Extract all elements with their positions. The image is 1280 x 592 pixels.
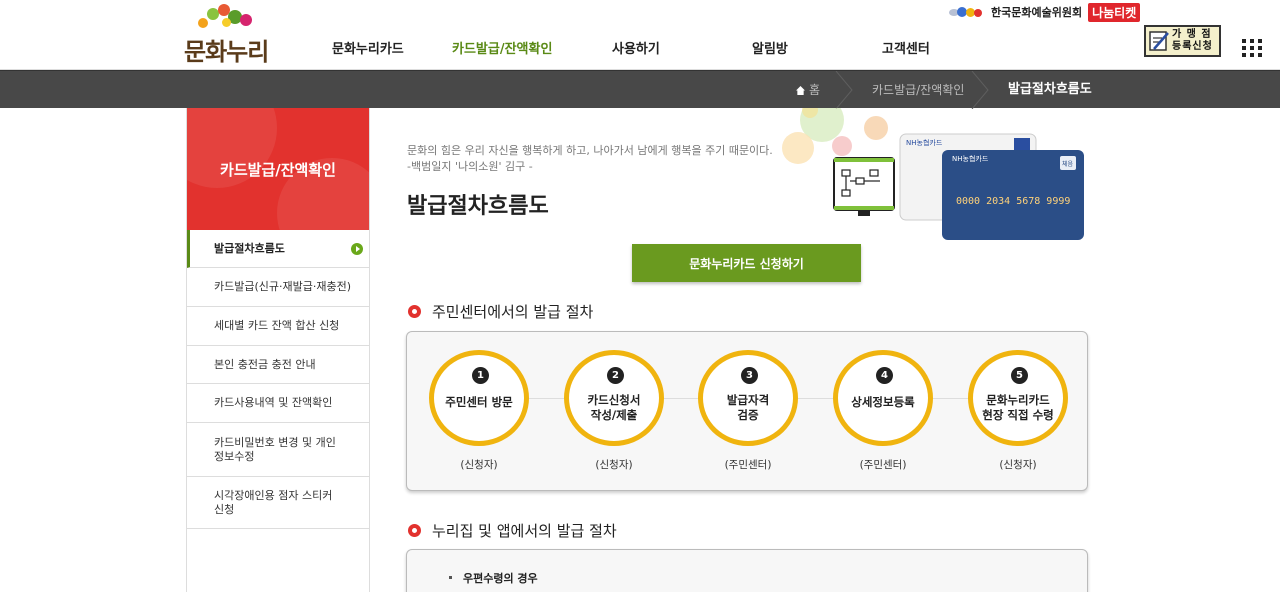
card-badge: 체음	[1062, 160, 1074, 168]
step-actor: (주민센터)	[724, 459, 772, 471]
card-number: 0000 2034 5678 9999	[956, 196, 1070, 207]
grid-menu-icon[interactable]	[1242, 39, 1262, 57]
card-illustration: NH농협카드 체음 NH농협카드 0000 2034 5678 9999	[782, 108, 1084, 240]
step-4: 4 상세정보등록	[833, 350, 933, 446]
merchant-register-button[interactable]: 가 맹 점 등록신청	[1144, 25, 1221, 57]
sidebar-item-issue-flow[interactable]: 발급절차흐름도	[187, 230, 369, 268]
breadcrumb-current: 발급절차흐름도	[1008, 82, 1092, 97]
main-nav: 문화누리카드 카드발급/잔액확인 사용하기 알림방 고객센터	[0, 38, 1280, 60]
step-label: 문화누리카드	[986, 393, 1050, 407]
step-number: 2	[607, 367, 624, 384]
sidebar: 카드발급/잔액확인 발급절차흐름도 카드발급(신규·재발급·재충전) 세대별 카…	[186, 108, 370, 592]
sub-item-mail-receipt: 우편수령의 경우	[463, 572, 538, 585]
arko-logo-icon	[949, 5, 987, 19]
step-label-line2: 현장 직접 수령	[982, 408, 1054, 422]
nav-item-usage[interactable]: 사용하기	[612, 38, 660, 57]
main-content: 문화의 힘은 우리 자신을 행복하게 하고, 나아가서 남에게 행복을 주기 때…	[370, 108, 1280, 592]
nanum-ticket-link[interactable]: 나눔티켓	[1088, 2, 1141, 22]
step-3: 3 발급자격 검증	[698, 350, 798, 446]
breadcrumb-separator-icon	[835, 71, 853, 109]
step-number: 3	[741, 367, 758, 384]
sidebar-item-usage-balance[interactable]: 카드사용내역 및 잔액확인	[187, 384, 369, 423]
step-label: 발급자격	[726, 393, 770, 407]
breadcrumb: 홈 카드발급/잔액확인 발급절차흐름도	[0, 70, 1280, 109]
step-number: 5	[1011, 367, 1028, 384]
quote: 문화의 힘은 우리 자신을 행복하게 하고, 나아가서 남에게 행복을 주기 때…	[407, 144, 773, 173]
step-label: 주민센터 방문	[445, 395, 513, 409]
nav-item-munhwanuri-card[interactable]: 문화누리카드	[332, 38, 404, 57]
section-title-online: 누리집 및 앱에서의 발급 절차	[408, 520, 617, 541]
step-2: 2 카드신청서 작성/제출	[564, 350, 664, 446]
nav-item-card-issue[interactable]: 카드발급/잔액확인	[452, 38, 552, 57]
circle-bullet-icon	[408, 305, 421, 318]
home-icon	[796, 86, 805, 95]
breadcrumb-level1[interactable]: 카드발급/잔액확인	[872, 71, 964, 109]
sidebar-item-balance-merge[interactable]: 세대별 카드 잔액 합산 신청	[187, 307, 369, 346]
page-title: 발급절차흐름도	[407, 194, 549, 219]
nav-item-customer-center[interactable]: 고객센터	[882, 38, 930, 57]
step-number: 1	[472, 367, 489, 384]
sidebar-item-password-info[interactable]: 카드비밀번호 변경 및 개인정보수정	[187, 423, 369, 477]
step-number: 4	[876, 367, 893, 384]
apply-card-button[interactable]: 문화누리카드 신청하기	[632, 244, 861, 282]
step-label: 상세정보등록	[851, 395, 915, 409]
step-actor: (신청자)	[460, 459, 498, 471]
circle-bullet-icon	[408, 524, 421, 537]
sidebar-title: 카드발급/잔액확인	[187, 108, 369, 230]
site-header: 문화누리 한국문화예술위원회 나눔티켓 문화누리카드 카드발급/잔액확인 사용하…	[0, 0, 1280, 70]
merchant-label-line2: 등록신청	[1172, 41, 1213, 52]
card-brand-back: NH농협카드	[906, 138, 943, 147]
merchant-label-line1: 가 맹 점	[1172, 29, 1212, 40]
square-bullet-icon	[449, 576, 452, 579]
sidebar-item-braille-sticker[interactable]: 시각장애인용 점자 스티커 신청	[187, 477, 369, 529]
step-label: 카드신청서	[587, 393, 641, 407]
card-brand-front: NH농협카드	[952, 154, 989, 163]
nav-item-notice[interactable]: 알림방	[752, 38, 788, 57]
steps-box: 1 주민센터 방문 (신청자) 2 카드신청서 작성/제출 (신청자) 3 발급…	[406, 331, 1088, 491]
step-actor: (주민센터)	[859, 459, 907, 471]
online-steps-box: 우편수령의 경우	[406, 549, 1088, 592]
partner-links: 한국문화예술위원회 나눔티켓	[949, 2, 1141, 22]
section-title-community-center: 주민센터에서의 발급 절차	[408, 301, 593, 322]
step-label-line2: 검증	[737, 408, 759, 422]
arrow-right-icon	[351, 242, 363, 255]
breadcrumb-separator-icon	[971, 71, 989, 109]
sidebar-item-self-charge[interactable]: 본인 충전금 충전 안내	[187, 346, 369, 384]
step-actor: (신청자)	[999, 459, 1037, 471]
logo-dots-icon	[198, 4, 258, 34]
pencil-form-icon	[1149, 31, 1169, 51]
step-actor: (신청자)	[595, 459, 633, 471]
sidebar-item-card-issue[interactable]: 카드발급(신규·재발급·재충전)	[187, 268, 369, 307]
step-5: 5 문화누리카드 현장 직접 수령	[968, 350, 1068, 446]
arko-link[interactable]: 한국문화예술위원회	[991, 4, 1082, 20]
breadcrumb-home[interactable]: 홈	[796, 71, 820, 109]
step-label-line2: 작성/제출	[590, 408, 638, 422]
step-1: 1 주민센터 방문	[429, 350, 529, 446]
